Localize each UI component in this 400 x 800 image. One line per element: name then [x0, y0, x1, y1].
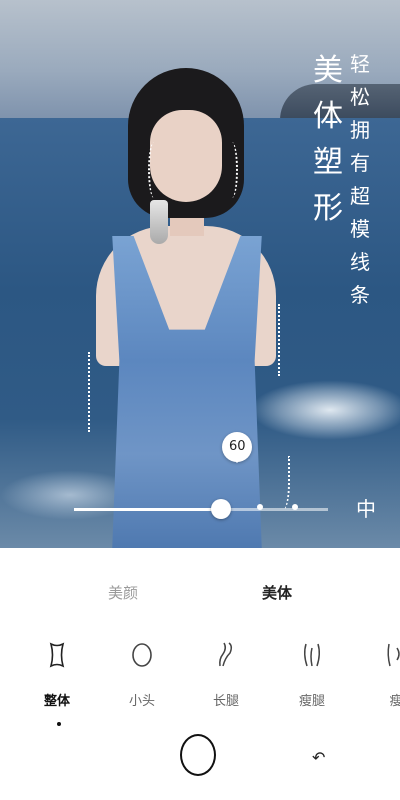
slogan-title: 美体塑形 [313, 53, 343, 226]
confirm-button[interactable] [180, 734, 216, 776]
tab-body[interactable]: 美体 [262, 582, 292, 603]
body-outline-icon [49, 642, 65, 668]
model-earring [150, 200, 168, 244]
intensity-slider-fill [74, 508, 222, 511]
contour-guide-head-right [226, 142, 238, 198]
contour-guide-body-right [268, 304, 280, 376]
category-tabs: 美颜 美体 [0, 572, 400, 612]
contour-guide-leg-right [276, 456, 290, 510]
tool-long-legs[interactable]: 长腿 [196, 640, 256, 709]
tool-label: 瘦 [389, 694, 400, 709]
intensity-slider-thumb[interactable] [211, 499, 232, 519]
tool-slim-legs[interactable]: 瘦腿 [282, 640, 342, 709]
contour-guide-body-left [88, 352, 100, 432]
intensity-value-bubble: 60 [222, 432, 253, 463]
intensity-slider-track[interactable] [74, 508, 328, 511]
body-tools: 整体 小头 长腿 瘦腿 瘦 [0, 640, 400, 720]
head-outline-icon [132, 643, 152, 667]
selected-tool-indicator [57, 722, 61, 726]
tool-label: 瘦腿 [298, 694, 325, 709]
slogan-subtitle: 轻松拥有超模线条 [350, 52, 370, 307]
photo-preview: 美体塑形 轻松拥有超模线条 60 中 [0, 0, 400, 548]
tool-slim[interactable]: 瘦 [366, 640, 400, 709]
slim-leg-icon [303, 643, 321, 667]
compare-button[interactable]: 中 [352, 495, 380, 523]
tool-small-head[interactable]: 小头 [112, 640, 172, 709]
long-leg-icon [219, 642, 233, 667]
contour-guide-head-left [148, 142, 160, 198]
tool-overall[interactable]: 整体 [27, 640, 87, 709]
undo-icon[interactable]: ↶ [312, 748, 325, 767]
model-face [150, 110, 222, 202]
slider-tick [256, 504, 263, 510]
tool-label: 小头 [128, 694, 155, 709]
tool-label: 整体 [43, 694, 70, 709]
tab-beauty[interactable]: 美颜 [108, 582, 138, 603]
slim-icon [387, 643, 400, 667]
photo-wave [250, 380, 400, 440]
tool-label: 长腿 [212, 694, 239, 709]
